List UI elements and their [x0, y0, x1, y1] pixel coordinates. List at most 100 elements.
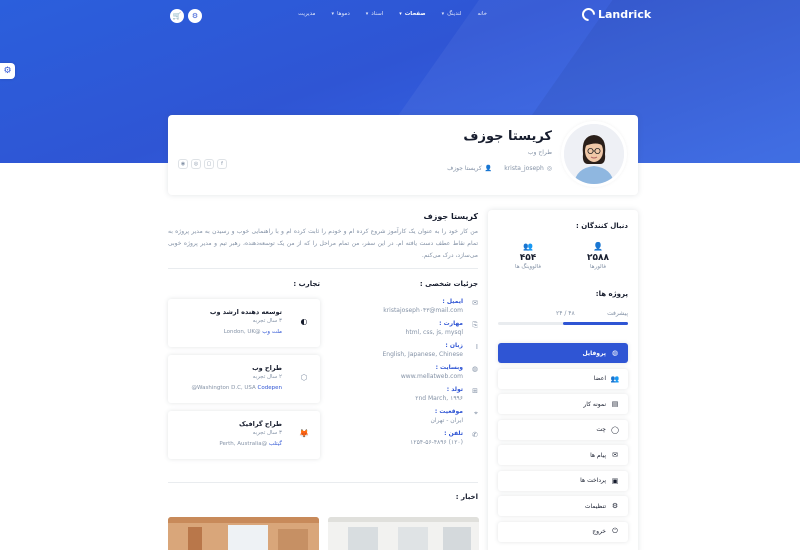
experience-location: Perth, Australia@ گیتلب — [219, 441, 282, 447]
circle-logo-icon: ◐ — [300, 316, 308, 326]
company-link[interactable]: ملت وب — [262, 329, 282, 335]
gear-icon: ⚙ — [191, 12, 199, 20]
experience-title: طراح گرافیک — [239, 420, 282, 428]
progress-bar — [498, 322, 628, 325]
experience-card: 🦊 طراح گرافیک ۳ سال تجربه Perth, Australia@… — [168, 411, 320, 459]
transactions-icon: ▣ — [611, 476, 619, 485]
detail-value: kristajoseph۰۴۳@mail.com — [383, 307, 463, 314]
detail-label: موقعیت : — [434, 408, 463, 415]
sidebar-menu-item[interactable]: خروج ⏻ — [498, 521, 628, 542]
experience-card: ◐ توسعه دهنده ارشد وب ۳ سال تجربه London, U… — [168, 299, 320, 347]
nav-item-home[interactable]: خانه — [469, 11, 495, 17]
sidebar-menu-label: تنظیمات — [584, 502, 606, 510]
progress-label: پیشرفت — [607, 310, 628, 317]
experience-location: @Washington D.C, USA Codepen — [191, 385, 282, 391]
users-icon: 👥 — [523, 242, 533, 251]
logout-icon: ⏻ — [612, 527, 618, 535]
globe-icon: ◍ — [471, 365, 478, 373]
nav-item-landing[interactable]: لندینگ ▾ — [434, 11, 470, 17]
nav-item-demos[interactable]: دموها ▾ — [323, 11, 357, 17]
envelope-icon: ✉ — [612, 451, 618, 459]
detail-value: www.mellatweb.com — [400, 373, 463, 380]
nav-item-docs[interactable]: اسناد ▾ — [358, 11, 391, 17]
detail-label: زبان : — [445, 342, 463, 349]
experience-card: ⬡ طراح وب ۲ سال تجربه @Washington D.C, USA … — [168, 355, 320, 403]
file-icon: ▤ — [611, 400, 619, 408]
sidebar-menu-label: پرداخت ها — [580, 477, 606, 484]
sidebar-menu-item[interactable]: تنظیمات ⚙ — [498, 496, 628, 516]
progress-fill — [563, 322, 628, 325]
main-nav: خانه لندینگ ▾ صفحات ▾ اسناد ▾ دموها ▾ مدیریت — [290, 11, 495, 17]
sidebar-menu-label: پیام ها — [590, 451, 606, 459]
detail-value: ۲nd March, ۱۹۹۶ — [415, 395, 463, 402]
detail-value: html, css, js, mysql — [405, 329, 463, 336]
detail-item: ⎘ مهارت : html, css, js, mysql — [328, 320, 478, 336]
user-plus-icon: 👤 — [593, 242, 603, 251]
profile-meta: ◎ krista_joseph 👤 کریستا جوزف — [447, 165, 552, 172]
avatar — [564, 124, 624, 184]
gear-icon: ⚙ — [3, 66, 12, 76]
codepen-logo-icon: ⬡ — [300, 372, 308, 382]
facebook-icon[interactable]: f — [217, 159, 227, 169]
detail-label: ایمیل : — [442, 298, 463, 305]
map-pin-icon: ⌖ — [474, 409, 478, 417]
sidebar-menu-label: چت — [596, 426, 606, 433]
experience-title: توسعه دهنده ارشد وب — [209, 308, 282, 316]
news-image[interactable] — [168, 517, 319, 550]
sidebar-menu-item[interactable]: اعضا 👥 — [498, 368, 628, 389]
chat-icon: ◯ — [611, 425, 619, 434]
chevron-down-icon: ▾ — [365, 11, 369, 17]
news-image[interactable] — [328, 517, 479, 550]
sidebar-menu-item[interactable]: چت ◯ — [498, 419, 628, 440]
nav-item-admin[interactable]: مدیریت — [290, 11, 323, 17]
detail-label: مهارت : — [439, 320, 463, 327]
page: Landrick خانه لندینگ ▾ صفحات ▾ اسناد ▾ دموه… — [0, 0, 800, 550]
about-title: کریستا جوزف — [423, 212, 478, 221]
bookmark-icon: ⎘ — [472, 321, 478, 329]
detail-item: ✆ تلفن : (۱۲۰) ۱۲۵۴-۵۶-۴۸۹۶ — [328, 430, 478, 446]
company-link[interactable]: Codepen — [258, 385, 282, 391]
detail-value: English, Japanese, Chinese — [382, 351, 463, 358]
theme-settings-toggle[interactable]: ⚙ — [0, 63, 15, 79]
detail-value: ایران - تهران — [430, 417, 463, 424]
news-title: اخبار : — [455, 493, 478, 501]
users-icon: 👥 — [610, 374, 620, 383]
brand-logo[interactable]: Landrick — [579, 5, 651, 24]
user-icon: 👤 — [484, 165, 493, 172]
sidebar-menu-item[interactable]: پیام ها ✉ — [498, 445, 628, 465]
linkedin-icon[interactable]: ▢ — [204, 159, 214, 169]
email-icon: ✉ — [472, 299, 478, 307]
profile-name: کریستا جوزف — [463, 129, 552, 144]
experience-years: ۳ سال تجربه — [252, 430, 282, 436]
instagram-icon: ◎ — [546, 165, 552, 172]
stat-followers: 👤 ۲۵۸۸ فالورها — [568, 242, 628, 270]
sidebar-menu-label: پروفایل — [582, 349, 606, 357]
projects-title: پروژه ها: — [595, 290, 628, 298]
detail-item: ✉ ایمیل : kristajoseph۰۴۳@mail.com — [328, 298, 478, 314]
italic-icon: I — [475, 343, 478, 351]
company-link[interactable]: گیتلب — [269, 441, 282, 447]
experience-title: تجارب : — [293, 280, 320, 288]
sidebar-menu-label: اعضا — [593, 375, 606, 382]
detail-value: (۱۲۰) ۱۲۵۴-۵۶-۴۸۹۶ — [410, 439, 463, 446]
sidebar-menu-item[interactable]: نمونه کار ▤ — [498, 394, 628, 414]
settings-button[interactable]: ⚙ — [188, 9, 202, 23]
chevron-down-icon: ▾ — [331, 11, 334, 17]
dashboard-icon: ◍ — [611, 349, 619, 357]
sidebar-menu-label: نمونه کار — [583, 400, 606, 408]
cart-button[interactable]: 🛒 — [170, 9, 184, 23]
experience-location: London, UK@ ملت وب — [223, 329, 282, 335]
nav-item-pages[interactable]: صفحات ▾ — [391, 11, 433, 17]
experience-years: ۲ سال تجربه — [252, 374, 282, 380]
dribbble-icon[interactable]: ◉ — [178, 159, 188, 169]
sidebar-menu-item[interactable]: پروفایل ◍ — [498, 343, 628, 363]
social-links: ◉ ◎ ▢ f — [178, 159, 227, 169]
experience-years: ۳ سال تجربه — [252, 318, 282, 324]
divider — [168, 268, 478, 269]
gift-icon: ⊞ — [472, 387, 478, 395]
instagram-icon[interactable]: ◎ — [191, 159, 201, 169]
profile-card: کریستا جوزف طراح وب ◎ krista_joseph 👤 کریس… — [168, 115, 638, 195]
followers-title: دنبال کنندگان : — [576, 222, 628, 230]
sidebar-menu-item[interactable]: پرداخت ها ▣ — [498, 470, 628, 491]
display-name-item: 👤 کریستا جوزف — [447, 165, 493, 172]
